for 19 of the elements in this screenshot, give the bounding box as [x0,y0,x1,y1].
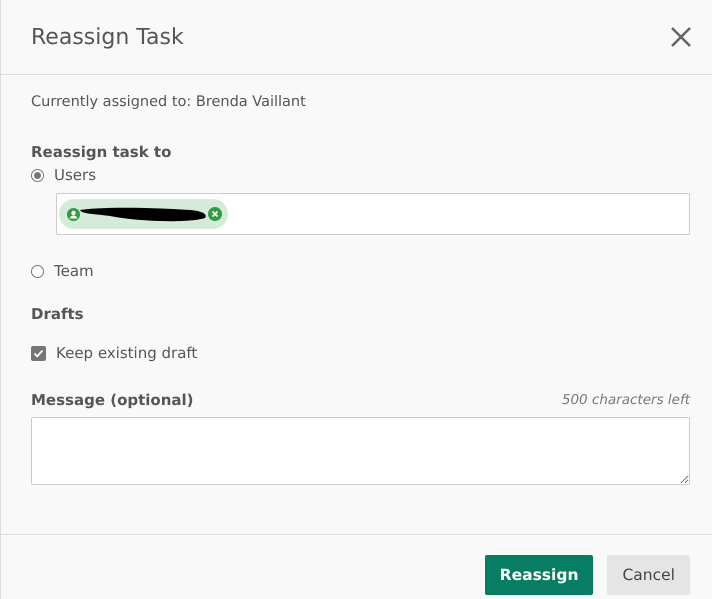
radio-button[interactable] [31,168,44,182]
radio-label[interactable]: Team [54,262,94,280]
remove-icon[interactable] [208,207,222,221]
checkbox[interactable] [31,346,46,360]
radio-label[interactable]: Users [54,166,96,184]
cancel-button[interactable]: Cancel [607,555,690,595]
dialog-title: Reassign Task [31,24,184,50]
section-heading: Drafts [31,304,85,325]
message-label: Message (optional) [31,390,194,411]
checkbox-label[interactable]: Keep existing draft [56,344,198,362]
character-counter: 500 characters left [562,392,690,408]
radio-button[interactable] [31,264,44,278]
message-field[interactable] [31,417,690,485]
current-assignee-text: Currently assigned to: Brenda Vaillant [31,93,307,112]
user-picker-field[interactable] [56,193,690,235]
reassign-button[interactable]: Reassign [484,555,594,595]
user-icon [67,208,80,220]
close-icon[interactable] [670,26,692,48]
section-heading: Reassign task to [31,142,172,163]
